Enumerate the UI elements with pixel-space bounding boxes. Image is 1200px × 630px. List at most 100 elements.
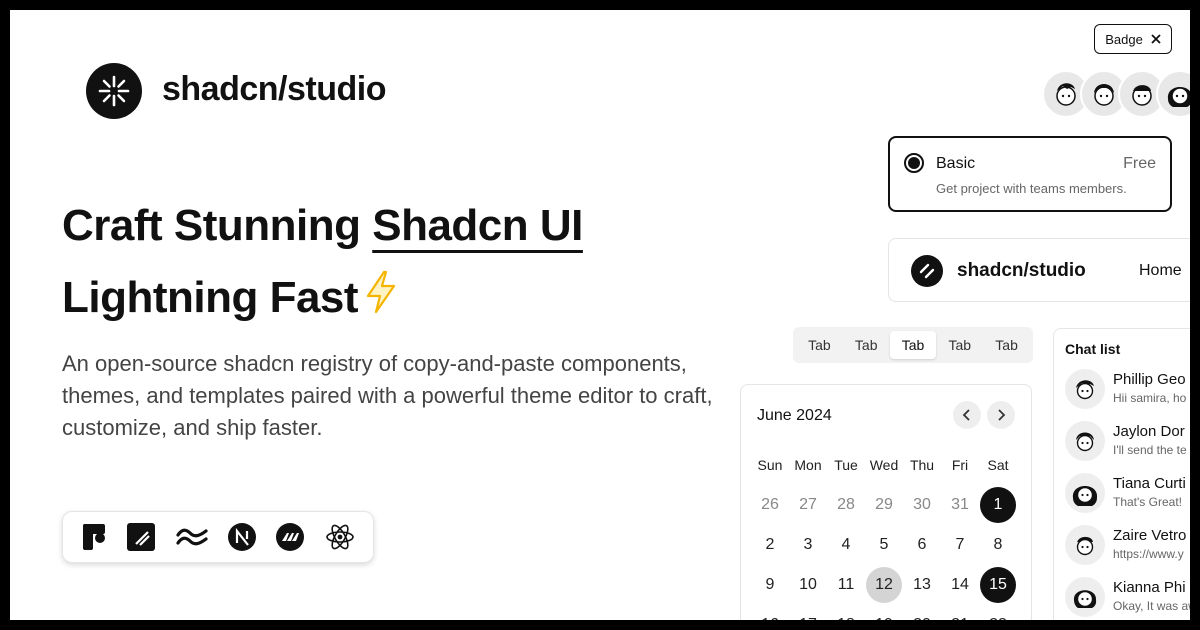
calendar-weekday: Tue	[834, 457, 858, 473]
avatar[interactable]	[1156, 70, 1190, 118]
chat-list-item[interactable]: Tiana Curti That's Great!	[1065, 473, 1190, 525]
tab-5[interactable]: Tab	[983, 331, 1030, 359]
plan-radio[interactable]	[904, 153, 924, 173]
plan-description: Get project with teams members.	[936, 181, 1127, 196]
chat-list-item[interactable]: Phillip Geo Hii samira, ho	[1065, 369, 1190, 421]
calendar-day[interactable]: 12	[865, 565, 903, 605]
calendar-day[interactable]: 13	[903, 565, 941, 605]
tab-2[interactable]: Tab	[843, 331, 890, 359]
calendar-day[interactable]: 3	[789, 525, 827, 565]
calendar-day[interactable]: 22	[979, 605, 1017, 620]
tab-3[interactable]: Tab	[889, 331, 937, 359]
calendar-day-label: 7	[955, 536, 965, 553]
calendar-day-label: 11	[837, 576, 855, 593]
tailwind-icon[interactable]	[176, 527, 208, 547]
brand-name[interactable]: shadcn/studio	[162, 70, 386, 109]
calendar-day-label: 5	[879, 536, 889, 553]
chat-contact-name: Phillip Geo	[1113, 371, 1186, 388]
navbar-preview: shadcn/studio Home	[888, 238, 1190, 302]
calendar-day[interactable]: 27	[789, 485, 827, 525]
chevron-left-icon[interactable]	[953, 401, 981, 429]
calendar-day[interactable]: 26	[751, 485, 789, 525]
calendar-day[interactable]: 8	[979, 525, 1017, 565]
chat-list-item[interactable]: Kianna Phi Okay, It was aw	[1065, 577, 1190, 620]
calendar-weekday: Fri	[951, 457, 969, 473]
plan-name: Basic	[936, 155, 976, 172]
page-frame: shadcn/studio Craft Stunning Shadcn UI L…	[10, 10, 1190, 620]
calendar-day[interactable]: 28	[827, 485, 865, 525]
calendar-day-label: 14	[951, 576, 969, 593]
calendar-day-label: 26	[761, 496, 779, 513]
calendar-day[interactable]: 5	[865, 525, 903, 565]
calendar-day[interactable]: 16	[751, 605, 789, 620]
calendar-month-title: June 2024	[757, 407, 832, 424]
calendar-day[interactable]: 17	[789, 605, 827, 620]
chat-list-item[interactable]: Zaire Vetro https://www.y	[1065, 525, 1190, 577]
calendar-day-label: 27	[799, 496, 817, 513]
tab-1[interactable]: Tab	[796, 331, 843, 359]
nextjs-icon[interactable]	[228, 523, 257, 551]
calendar-day[interactable]: 19	[865, 605, 903, 620]
calendar-day-label: 4	[841, 536, 851, 553]
hero-description: An open-source shadcn registry of copy-a…	[62, 351, 713, 440]
calendar-day-label: 28	[837, 496, 855, 513]
calendar-day[interactable]: 9	[751, 565, 789, 605]
figma-icon[interactable]	[81, 522, 107, 552]
calendar-day-label: 17	[790, 607, 826, 620]
chat-contact-name: Zaire Vetro	[1113, 527, 1187, 544]
navbar-brand[interactable]: shadcn/studio	[957, 260, 1086, 282]
calendar-day[interactable]: 20	[903, 605, 941, 620]
avatar	[1065, 473, 1105, 513]
plan-option-card[interactable]: Basic Free Get project with teams member…	[888, 136, 1172, 212]
calendar-day[interactable]: 21	[941, 605, 979, 620]
badge-label: Badge	[1105, 31, 1143, 47]
calendar-day[interactable]: 18	[827, 605, 865, 620]
calendar-day-label: 31	[951, 496, 969, 513]
shadcn-icon[interactable]	[127, 523, 156, 551]
calendar-grid: Sun Mon Tue Wed Thu Fri Sat 26 27 28 29 30 31 1 2 3 4 5 6 7…	[751, 445, 1023, 620]
calendar-day[interactable]: 4	[827, 525, 865, 565]
calendar-day[interactable]: 6	[903, 525, 941, 565]
calendar-weekday: Wed	[869, 457, 899, 473]
calendar-day[interactable]: 11	[827, 565, 865, 605]
tabs-list: Tab Tab Tab Tab Tab	[793, 327, 1033, 363]
avatar	[1065, 369, 1105, 409]
motion-icon[interactable]	[276, 523, 305, 551]
chat-last-message: That's Great!	[1113, 495, 1182, 509]
calendar-day-label: 21	[942, 607, 978, 620]
calendar-weekday: Sun	[757, 457, 783, 473]
chat-list-item[interactable]: Jaylon Dor I'll send the te	[1065, 421, 1190, 473]
calendar-day[interactable]: 29	[865, 485, 903, 525]
calendar-day[interactable]: 15	[979, 565, 1017, 605]
calendar-day-label: 2	[765, 536, 775, 553]
avatar-group	[1042, 70, 1190, 118]
calendar-day[interactable]: 2	[751, 525, 789, 565]
calendar-day[interactable]: 10	[789, 565, 827, 605]
avatar	[1065, 577, 1105, 617]
chevron-right-icon[interactable]	[987, 401, 1015, 429]
calendar-day-label: 18	[828, 607, 864, 620]
nav-link-home[interactable]: Home	[1139, 262, 1182, 280]
react-icon[interactable]	[325, 523, 355, 551]
chat-last-message: Hii samira, ho	[1113, 391, 1187, 405]
avatar	[1065, 525, 1105, 565]
navbar-logo-icon[interactable]	[911, 255, 943, 287]
calendar-weekday: Sat	[987, 457, 1009, 473]
tab-4[interactable]: Tab	[936, 331, 983, 359]
close-icon[interactable]	[1151, 32, 1161, 47]
calendar-day-label: 3	[803, 536, 813, 553]
chat-items: Phillip Geo Hii samira, ho Jaylon Dor I'll …	[1065, 369, 1190, 620]
calendar-day[interactable]: 14	[941, 565, 979, 605]
calendar-day-label: 19	[866, 607, 902, 620]
spark-logo-icon[interactable]	[86, 63, 142, 119]
calendar-day-label: 12	[866, 567, 902, 603]
calendar-day-label: 9	[765, 576, 775, 593]
calendar-day[interactable]: 30	[903, 485, 941, 525]
chat-last-message: Okay, It was aw	[1113, 599, 1190, 613]
calendar-day[interactable]: 7	[941, 525, 979, 565]
hero-title-highlight: Shadcn UI	[372, 201, 583, 250]
calendar-day[interactable]: 1	[979, 485, 1017, 525]
calendar-day-label: 22	[980, 607, 1016, 620]
calendar-day[interactable]: 31	[941, 485, 979, 525]
badge-button[interactable]: Badge	[1094, 24, 1172, 54]
